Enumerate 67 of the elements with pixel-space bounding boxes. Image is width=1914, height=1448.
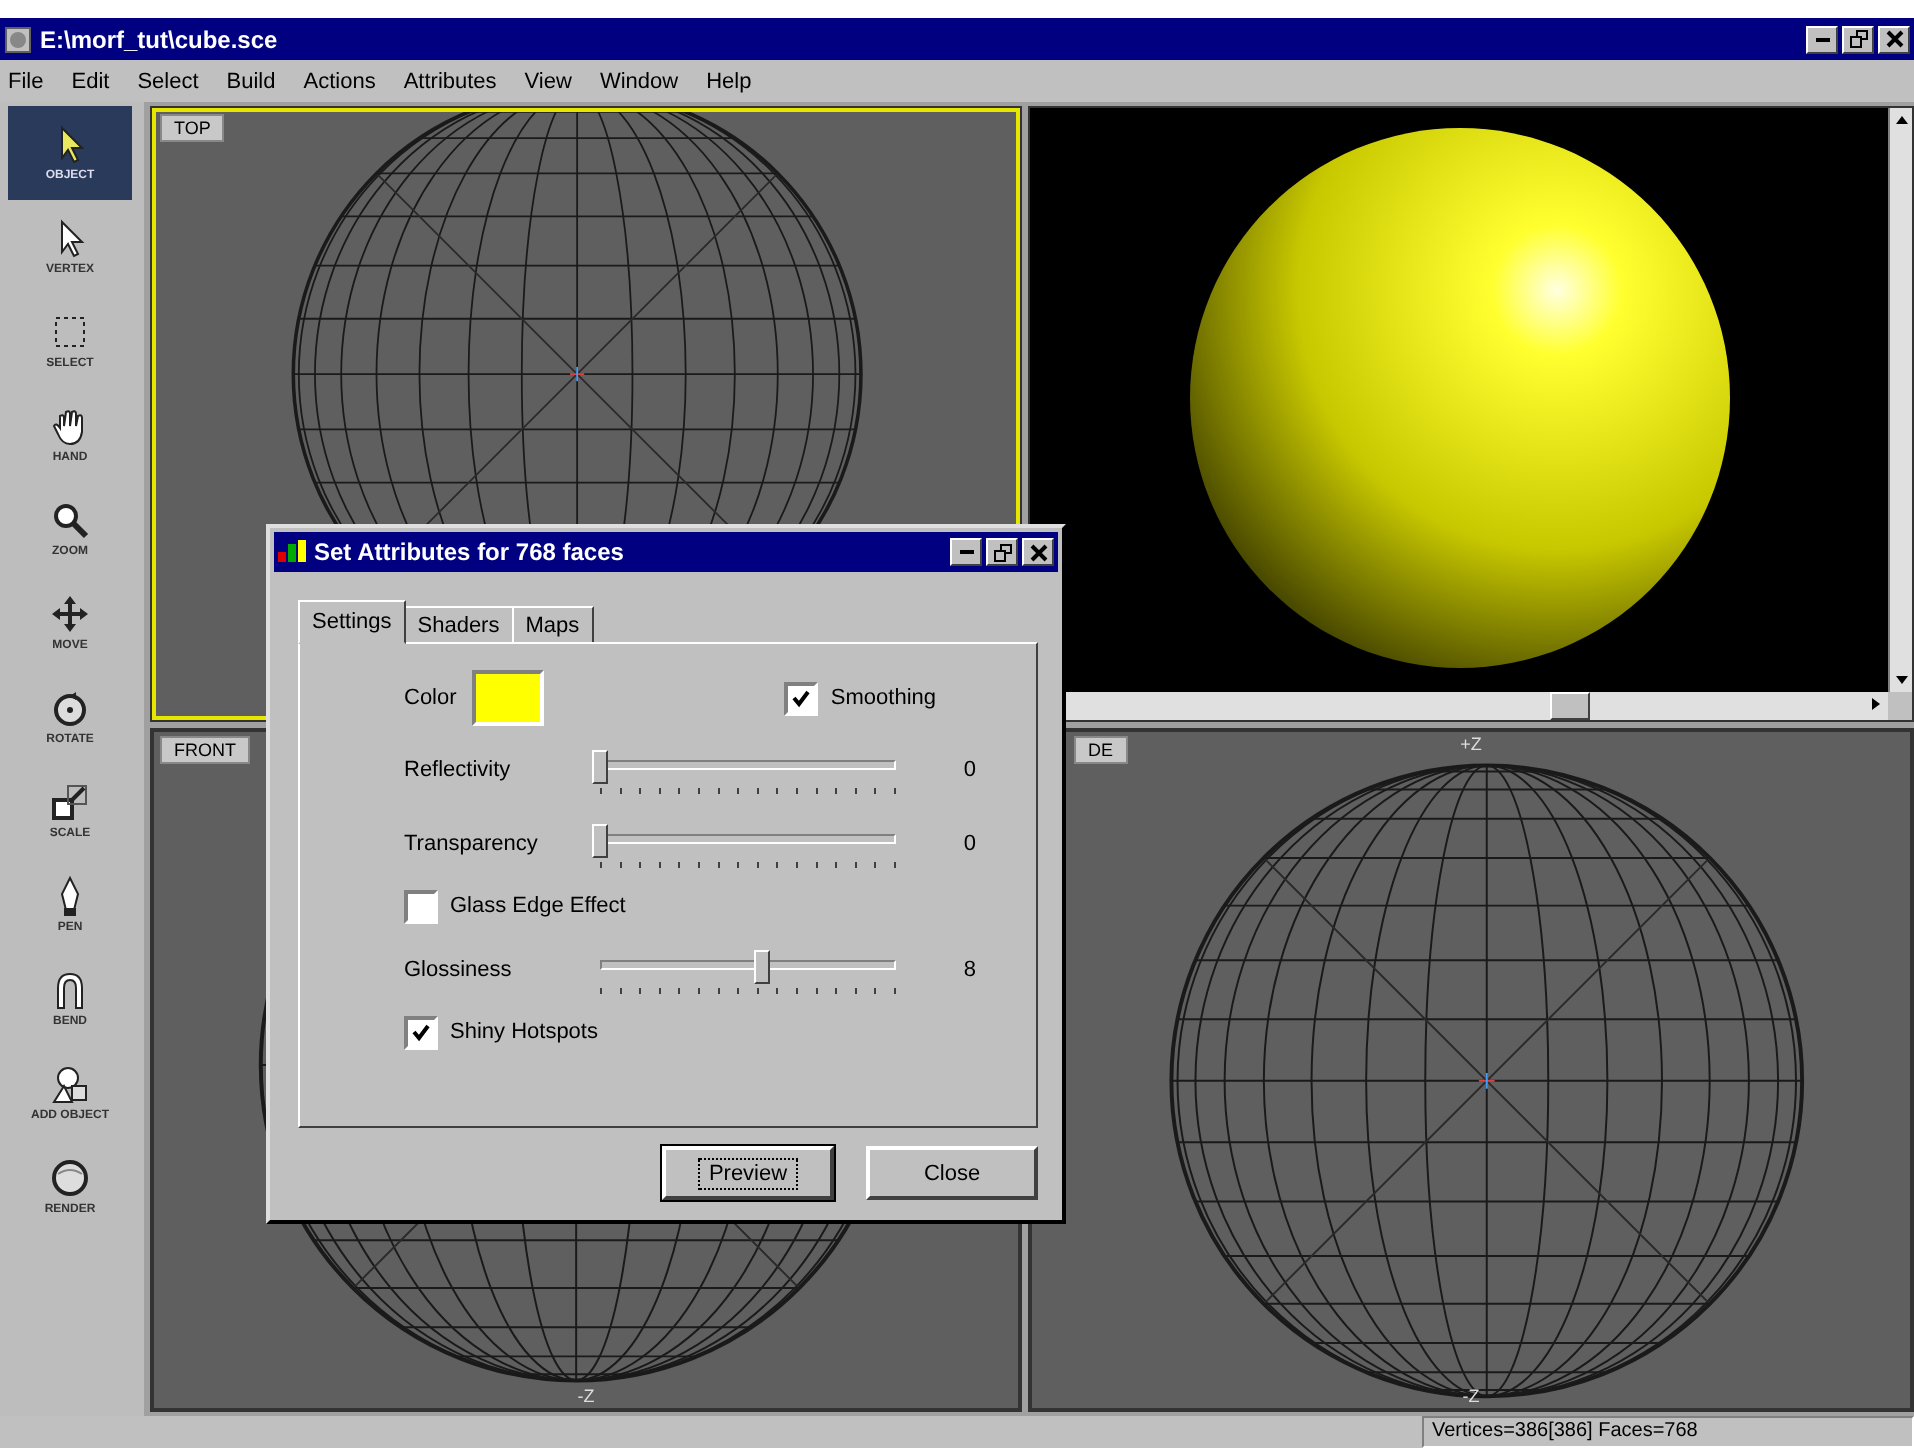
restore-icon <box>1849 30 1867 48</box>
dialog-title: Set Attributes for 768 faces <box>314 538 626 566</box>
move-arrows-icon <box>48 592 92 636</box>
close-icon <box>1029 543 1047 561</box>
menu-item[interactable]: Select <box>137 69 199 93</box>
app-icon <box>4 25 32 53</box>
tab[interactable]: Settings <box>298 600 406 644</box>
axis-label: -Z <box>1462 1386 1480 1406</box>
color-label: Color <box>404 686 459 710</box>
checkbox[interactable] <box>404 1015 438 1049</box>
scale-icon <box>48 780 92 824</box>
viewport-label: TOP <box>160 114 225 142</box>
close-button[interactable] <box>1022 538 1054 566</box>
slider-thumb[interactable] <box>592 823 608 857</box>
scroll-thumb[interactable] <box>1550 692 1590 720</box>
crosshair-icon <box>1477 1071 1496 1090</box>
viewport[interactable]: DE +Z -Z <box>1028 728 1914 1412</box>
minimize-button[interactable] <box>950 538 982 566</box>
checkbox-label: Glass Edge Effect <box>450 894 626 918</box>
close-icon <box>1885 30 1903 48</box>
menu-item[interactable]: Edit <box>71 69 110 93</box>
slider-label: Transparency <box>404 831 540 855</box>
dialog-button[interactable]: Close <box>866 1146 1038 1200</box>
checkbox-label: Shiny Hotspots <box>450 1020 598 1044</box>
menu-item[interactable]: Help <box>706 69 752 93</box>
slider-label: Glossiness <box>404 957 514 981</box>
viewport-label: DE <box>1074 736 1128 764</box>
menu-item[interactable]: Actions <box>303 69 376 93</box>
search-icon <box>48 498 92 542</box>
viewport-label: FRONT <box>160 736 250 764</box>
crosshair-icon <box>569 366 586 383</box>
vertical-scrollbar[interactable] <box>1888 108 1912 692</box>
close-button[interactable] <box>1878 25 1910 53</box>
rotate-icon <box>48 686 92 730</box>
restore-button[interactable] <box>986 538 1018 566</box>
slider-value: 0 <box>961 831 976 855</box>
window-title: E:\morf_tut\cube.sce <box>40 25 280 53</box>
scrollbar-corner <box>1888 692 1912 720</box>
axis-label: +Z <box>1460 734 1482 754</box>
menu-item[interactable]: View <box>524 69 572 93</box>
slider-label: Reflectivity <box>404 757 513 781</box>
color-swatch[interactable] <box>472 670 544 726</box>
slider-thumb[interactable] <box>592 749 608 783</box>
checkbox-label: Smoothing <box>830 686 936 710</box>
app-icon <box>278 540 306 564</box>
tab[interactable]: Maps <box>511 606 594 644</box>
maximize-icon <box>993 543 1011 561</box>
axis-label: -Z <box>577 1386 595 1406</box>
sphere-icon <box>48 1156 92 1200</box>
menu-item[interactable]: Attributes <box>403 69 497 93</box>
minimize-icon <box>959 550 973 554</box>
restore-button[interactable] <box>1842 25 1874 53</box>
check-icon <box>790 687 813 709</box>
slider-value: 8 <box>961 957 976 981</box>
checkbox[interactable] <box>404 889 438 923</box>
minimize-button[interactable] <box>1806 25 1838 53</box>
check-icon <box>410 1021 432 1043</box>
menu-item[interactable]: File <box>8 69 44 93</box>
status-text: Vertices=386[386] Faces=768 <box>1422 1416 1914 1448</box>
dialog-button[interactable]: Preview <box>662 1146 834 1200</box>
menu-item[interactable]: Build <box>226 69 276 93</box>
slider-thumb[interactable] <box>754 949 771 983</box>
shapes-icon <box>48 1062 92 1106</box>
checkbox[interactable] <box>784 681 819 715</box>
menu-item[interactable]: Window <box>599 69 679 93</box>
minimize-icon <box>1815 37 1829 41</box>
slider-value: 0 <box>961 757 976 781</box>
